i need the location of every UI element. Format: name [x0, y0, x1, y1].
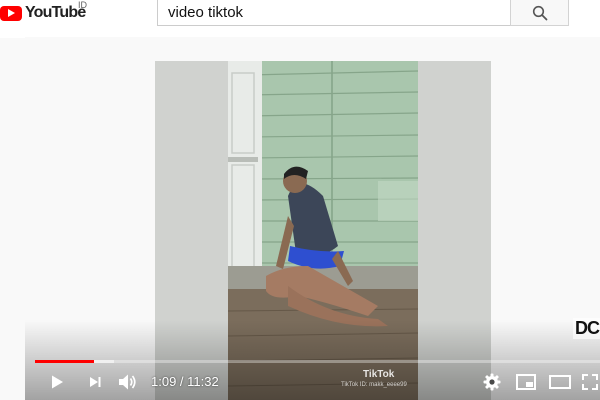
logo-country-code: ID [78, 0, 87, 10]
youtube-play-icon [0, 5, 22, 21]
video-player[interactable]: DC TikTok TikTok ID: makk_eeee99 1:09 / … [25, 37, 600, 400]
search-input[interactable] [158, 0, 510, 25]
theater-button[interactable] [547, 369, 573, 395]
gear-icon [483, 373, 501, 391]
next-icon [90, 377, 101, 387]
mute-button[interactable] [115, 369, 141, 395]
search-box [157, 0, 511, 26]
miniplayer-icon [516, 374, 536, 390]
play-button[interactable] [45, 369, 69, 395]
channel-watermark[interactable]: DC [573, 318, 600, 339]
next-button[interactable] [83, 369, 107, 395]
fullscreen-icon [582, 374, 598, 390]
search-button[interactable] [510, 0, 569, 26]
player-controls: 1:09 / 11:32 [25, 367, 600, 397]
youtube-logo[interactable]: YouTube [0, 3, 86, 23]
miniplayer-button[interactable] [514, 369, 538, 395]
settings-button[interactable] [480, 369, 504, 395]
search-icon [532, 5, 547, 20]
volume-icon [119, 374, 136, 390]
theater-icon [549, 375, 571, 389]
progress-played [35, 360, 94, 363]
progress-bar[interactable] [35, 360, 600, 363]
time-display: 1:09 / 11:32 [151, 374, 219, 389]
fullscreen-button[interactable] [580, 369, 600, 395]
logo-text: YouTube [25, 4, 86, 21]
masthead: YouTube ID [0, 0, 600, 38]
play-icon [52, 375, 63, 389]
